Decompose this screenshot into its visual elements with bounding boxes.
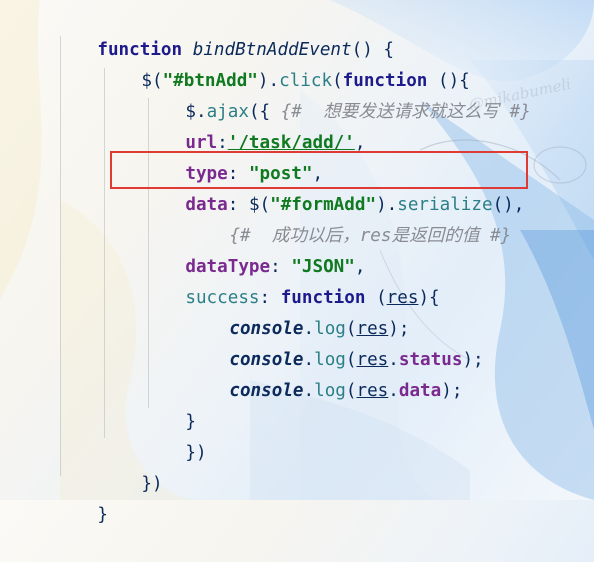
code-line: }) <box>185 443 207 463</box>
code-line: $("#btnAdd").click(function (){ <box>141 71 470 91</box>
code-line: {# 成功以后，res是返回的值 #} <box>187 190 511 246</box>
code-line: function bindBtnAddEvent() { <box>97 40 394 60</box>
code-line: success: function (res){ <box>185 288 440 308</box>
highlight-annotation-box <box>110 151 528 189</box>
code-line: console.log(res); <box>229 319 410 339</box>
code-line: }) <box>141 474 163 494</box>
code-line: } <box>97 505 108 525</box>
code-line: console.log(res.status); <box>229 350 484 370</box>
code-line: dataType: "JSON", <box>185 257 366 277</box>
code-line: console.log(res.data); <box>229 381 463 401</box>
code-line: $.ajax({ {# 想要发送请求就这么写 #} <box>185 102 531 122</box>
code-line: url:'/task/add/', <box>185 133 366 153</box>
code-editor[interactable]: function bindBtnAddEvent() { $("#btnAdd"… <box>0 0 594 525</box>
code-line: } <box>185 412 196 432</box>
